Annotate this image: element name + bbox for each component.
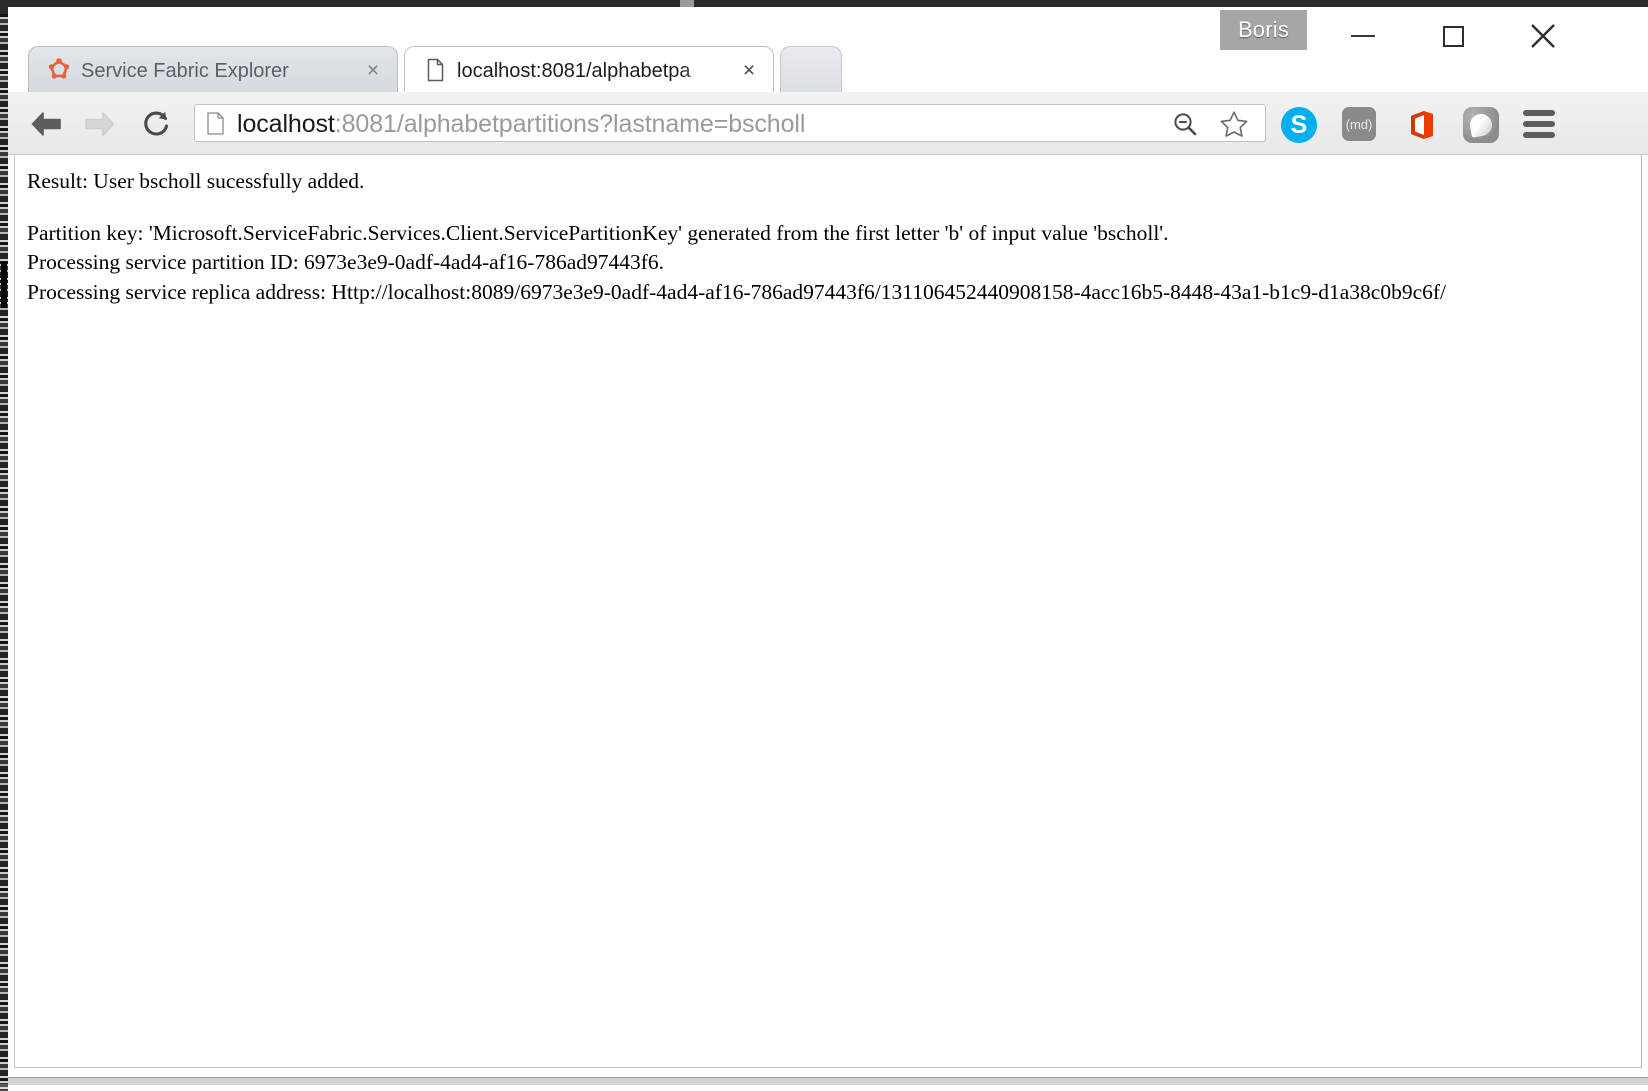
forward-arrow-icon bbox=[85, 112, 115, 136]
minimize-button[interactable] bbox=[1318, 7, 1408, 65]
desktop-root: Boris Service Fabric Explorer × localhos… bbox=[0, 0, 1648, 1091]
partition-id-line: Processing service partition ID: 6973e3e… bbox=[27, 250, 665, 274]
skype-extension-button[interactable]: S bbox=[1281, 107, 1317, 143]
new-tab-button[interactable] bbox=[780, 46, 842, 92]
browser-toolbar: localhost:8081/alphabetpartitions?lastna… bbox=[8, 92, 1648, 155]
reload-button[interactable] bbox=[134, 102, 178, 146]
page-viewport: Result: User bscholl sucessfully added. … bbox=[14, 155, 1642, 1068]
tab-title: Service Fabric Explorer bbox=[81, 60, 289, 82]
service-fabric-logo-icon bbox=[47, 58, 71, 82]
window-controls bbox=[1308, 7, 1648, 67]
tab-strip: Boris Service Fabric Explorer × localhos… bbox=[8, 7, 1648, 92]
chrome-menu-icon-bar2 bbox=[1523, 121, 1555, 127]
background-window-top-edge bbox=[0, 0, 1648, 7]
background-window-left-block bbox=[1, 262, 7, 308]
user-profile-badge[interactable]: Boris bbox=[1220, 10, 1307, 50]
user-profile-name: Boris bbox=[1237, 17, 1290, 42]
page-info-icon[interactable] bbox=[207, 112, 224, 135]
reload-icon bbox=[144, 111, 169, 136]
office-icon bbox=[1411, 111, 1433, 139]
close-icon bbox=[1531, 24, 1555, 48]
tab-localhost-alphabetpartitions[interactable]: localhost:8081/alphabetpa × bbox=[404, 46, 774, 92]
back-arrow-icon bbox=[31, 112, 61, 136]
browser-window: Boris Service Fabric Explorer × localhos… bbox=[8, 7, 1648, 1077]
result-line: Result: User bscholl sucessfully added. bbox=[27, 169, 365, 193]
tab-service-fabric-explorer[interactable]: Service Fabric Explorer × bbox=[28, 46, 398, 92]
address-path: :8081/alphabetpartitions?lastname=bschol… bbox=[334, 110, 806, 138]
office-extension-button[interactable] bbox=[1403, 107, 1439, 143]
md-label: (md) bbox=[1345, 116, 1373, 132]
close-window-button[interactable] bbox=[1498, 7, 1588, 65]
minimize-icon bbox=[1351, 35, 1375, 37]
md-icon: (md) bbox=[1342, 107, 1376, 141]
forward-button bbox=[78, 102, 122, 146]
partition-key-line: Partition key: 'Microsoft.ServiceFabric.… bbox=[27, 220, 1169, 245]
app-blob-shape bbox=[1468, 112, 1494, 138]
chrome-menu-icon bbox=[1523, 110, 1555, 116]
address-bar[interactable]: localhost:8081/alphabetpartitions?lastna… bbox=[194, 104, 1266, 142]
background-window-left-edge bbox=[0, 7, 8, 1091]
maximize-button[interactable] bbox=[1408, 7, 1498, 65]
back-button[interactable] bbox=[24, 102, 68, 146]
tab-title: localhost:8081/alphabetpa bbox=[457, 60, 691, 82]
page-content: Result: User bscholl sucessfully added. … bbox=[27, 167, 1641, 307]
star-icon[interactable] bbox=[1219, 110, 1249, 138]
page-document-icon bbox=[423, 58, 447, 82]
skype-icon: S bbox=[1281, 107, 1317, 143]
tab-close-icon[interactable]: × bbox=[361, 58, 385, 82]
skype-letter: S bbox=[1290, 110, 1308, 139]
app-extension-button[interactable] bbox=[1463, 107, 1499, 143]
chrome-menu-icon-bar3 bbox=[1523, 132, 1555, 138]
chrome-menu-button[interactable] bbox=[1523, 110, 1557, 140]
maximize-icon bbox=[1442, 25, 1464, 47]
replica-address-line: Processing service replica address: Http… bbox=[27, 279, 1447, 304]
tab-close-icon[interactable]: × bbox=[737, 58, 761, 82]
address-host: localhost bbox=[237, 110, 335, 138]
app-icon bbox=[1463, 107, 1499, 143]
md-extension-button[interactable]: (md) bbox=[1342, 107, 1378, 143]
zoom-out-icon[interactable] bbox=[1171, 111, 1201, 137]
background-window-left-texture bbox=[0, 14, 8, 1091]
background-window-notch bbox=[680, 0, 694, 7]
address-bar-text[interactable]: localhost:8081/alphabetpartitions?lastna… bbox=[237, 108, 805, 140]
